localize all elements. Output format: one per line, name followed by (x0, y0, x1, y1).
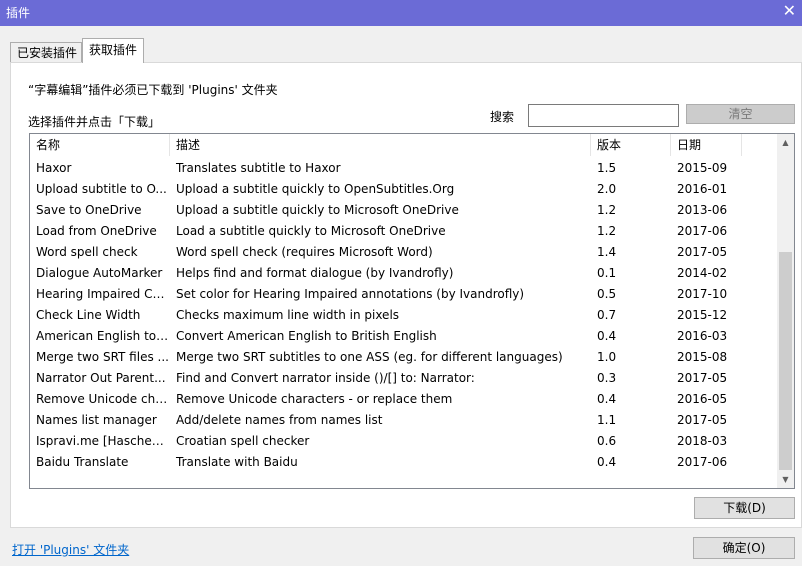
plugin-version-cell: 1.2 (597, 203, 617, 217)
plugin-version-cell: 0.7 (597, 308, 617, 322)
plugin-description-cell: Word spell check (requires Microsoft Wor… (176, 245, 433, 259)
plugin-date-cell: 2018-03 (677, 434, 728, 448)
plugin-description-cell: Find and Convert narrator inside ()/[] t… (176, 371, 475, 385)
plugin-date-cell: 2015-09 (677, 161, 728, 175)
table-row[interactable]: Names list manager Add/delete names from … (30, 410, 777, 431)
plugin-version-cell: 0.4 (597, 329, 617, 343)
plugin-name-cell: Haxor (36, 161, 72, 175)
plugin-name-cell: Save to OneDrive (36, 203, 142, 217)
table-row[interactable]: Check Line Width Checks maximum line widt… (30, 305, 777, 326)
plugin-name-cell: Hearing Impaired Co... (36, 287, 170, 301)
plugin-name-cell: Upload subtitle to O... (36, 182, 167, 196)
table-row[interactable]: Merge two SRT files ... Merge two SRT sub… (30, 347, 777, 368)
plugin-date-cell: 2016-05 (677, 392, 728, 406)
plugin-name-cell: Remove Unicode cha... (36, 392, 170, 406)
open-plugins-folder-link[interactable]: 打开 'Plugins' 文件夹 (12, 541, 129, 558)
plugin-version-cell: 1.5 (597, 161, 617, 175)
scrollbar-thumb[interactable] (779, 252, 792, 470)
download-button[interactable]: 下载(D) (694, 497, 795, 519)
search-label: 搜索 (490, 110, 515, 124)
plugin-date-cell: 2017-10 (677, 287, 728, 301)
tab-installed-plugins[interactable]: 已安装插件 (10, 42, 82, 64)
plugin-description-cell: Croatian spell checker (176, 434, 310, 448)
clear-button[interactable]: 清空 (686, 104, 795, 124)
plugin-version-cell: 1.1 (597, 413, 617, 427)
plugin-description-cell: Remove Unicode characters - or replace t… (176, 392, 453, 406)
list-rows: Haxor Translates subtitle to Haxor 1.5 2015… (30, 158, 777, 473)
tab-get-plugins[interactable]: 获取插件 (82, 38, 144, 63)
plugin-description-cell: Upload a subtitle quickly to OpenSubtitl… (176, 182, 455, 196)
plugin-version-cell: 0.4 (597, 392, 617, 406)
plugin-date-cell: 2017-06 (677, 455, 728, 469)
plugin-version-cell: 1.2 (597, 224, 617, 238)
plugin-version-cell: 0.6 (597, 434, 617, 448)
plugin-date-cell: 2015-12 (677, 308, 728, 322)
column-header-name[interactable]: 名称 (30, 134, 170, 156)
plugin-description-cell: Load a subtitle quickly to Microsoft One… (176, 224, 446, 238)
plugin-version-cell: 2.0 (597, 182, 617, 196)
plugin-description-cell: Convert American English to British Engl… (176, 329, 437, 343)
plugin-description-cell: Translates subtitle to Haxor (176, 161, 341, 175)
list-header: 名称 描述 版本 日期 (30, 134, 777, 156)
plugins-folder-notice: “字幕编辑”插件必须已下载到 'Plugins' 文件夹 (28, 83, 278, 97)
select-instruction: 选择插件并点击「下载」 (28, 115, 161, 129)
window-title: 插件 (6, 6, 31, 20)
column-header-description[interactable]: 描述 (170, 134, 591, 156)
plugin-date-cell: 2017-05 (677, 413, 728, 427)
plugin-version-cell: 0.1 (597, 266, 617, 280)
plugin-version-cell: 0.3 (597, 371, 617, 385)
table-row[interactable]: Word spell check Word spell check (requir… (30, 242, 777, 263)
plugin-name-cell: Ispravi.me [Hascheck... (36, 434, 170, 448)
plugin-description-cell: Merge two SRT subtitles to one ASS (eg. … (176, 350, 563, 364)
table-row[interactable]: American English to ... Convert American … (30, 326, 777, 347)
table-row[interactable]: Ispravi.me [Hascheck... Croatian spell ch… (30, 431, 777, 452)
plugin-date-cell: 2015-08 (677, 350, 728, 364)
plugin-description-cell: Translate with Baidu (176, 455, 298, 469)
plugin-name-cell: Check Line Width (36, 308, 141, 322)
plugin-version-cell: 1.0 (597, 350, 617, 364)
plugin-name-cell: American English to ... (36, 329, 170, 343)
plugin-date-cell: 2017-05 (677, 245, 728, 259)
scroll-down-icon[interactable]: ▼ (777, 471, 794, 488)
plugin-description-cell: Upload a subtitle quickly to Microsoft O… (176, 203, 459, 217)
table-row[interactable]: Load from OneDrive Load a subtitle quickl… (30, 221, 777, 242)
column-header-version[interactable]: 版本 (591, 134, 671, 156)
plugin-description-cell: Set color for Hearing Impaired annotatio… (176, 287, 525, 301)
plugin-version-cell: 0.4 (597, 455, 617, 469)
plugin-name-cell: Names list manager (36, 413, 157, 427)
vertical-scrollbar[interactable]: ▲ ▼ (777, 134, 794, 488)
column-header-date[interactable]: 日期 (671, 134, 742, 156)
plugin-date-cell: 2017-06 (677, 224, 728, 238)
table-row[interactable]: Narrator Out Parent... Find and Convert n… (30, 368, 777, 389)
title-bar: 插件 ✕ (0, 0, 802, 26)
plugin-date-cell: 2014-02 (677, 266, 728, 280)
table-row[interactable]: Save to OneDrive Upload a subtitle quickl… (30, 200, 777, 221)
plugin-name-cell: Word spell check (36, 245, 138, 259)
table-row[interactable]: Remove Unicode cha... Remove Unicode char… (30, 389, 777, 410)
table-row[interactable]: Hearing Impaired Co... Set color for Hear… (30, 284, 777, 305)
plugin-date-cell: 2017-05 (677, 371, 728, 385)
plugin-name-cell: Merge two SRT files ... (36, 350, 169, 364)
table-row[interactable]: Upload subtitle to O... Upload a subtitle… (30, 179, 777, 200)
plugin-name-cell: Dialogue AutoMarker (36, 266, 163, 280)
plugin-name-cell: Baidu Translate (36, 455, 129, 469)
plugin-description-cell: Add/delete names from names list (176, 413, 383, 427)
table-row[interactable]: Dialogue AutoMarker Helps find and format… (30, 263, 777, 284)
plugin-version-cell: 0.5 (597, 287, 617, 301)
table-row[interactable]: Baidu Translate Translate with Baidu 0.4 20… (30, 452, 777, 473)
search-input[interactable] (528, 104, 679, 127)
close-icon[interactable]: ✕ (783, 1, 796, 20)
plugin-date-cell: 2016-01 (677, 182, 728, 196)
plugin-date-cell: 2013-06 (677, 203, 728, 217)
plugin-description-cell: Checks maximum line width in pixels (176, 308, 400, 322)
plugin-description-cell: Helps find and format dialogue (by Ivand… (176, 266, 454, 280)
plugin-name-cell: Load from OneDrive (36, 224, 157, 238)
ok-button[interactable]: 确定(O) (693, 537, 795, 559)
table-row[interactable]: Haxor Translates subtitle to Haxor 1.5 2015… (30, 158, 777, 179)
plugin-date-cell: 2016-03 (677, 329, 728, 343)
plugin-name-cell: Narrator Out Parent... (36, 371, 166, 385)
scroll-up-icon[interactable]: ▲ (777, 134, 794, 151)
plugin-list[interactable]: 名称 描述 版本 日期 Haxor Translates subtitle to … (29, 133, 795, 489)
plugin-version-cell: 1.4 (597, 245, 617, 259)
